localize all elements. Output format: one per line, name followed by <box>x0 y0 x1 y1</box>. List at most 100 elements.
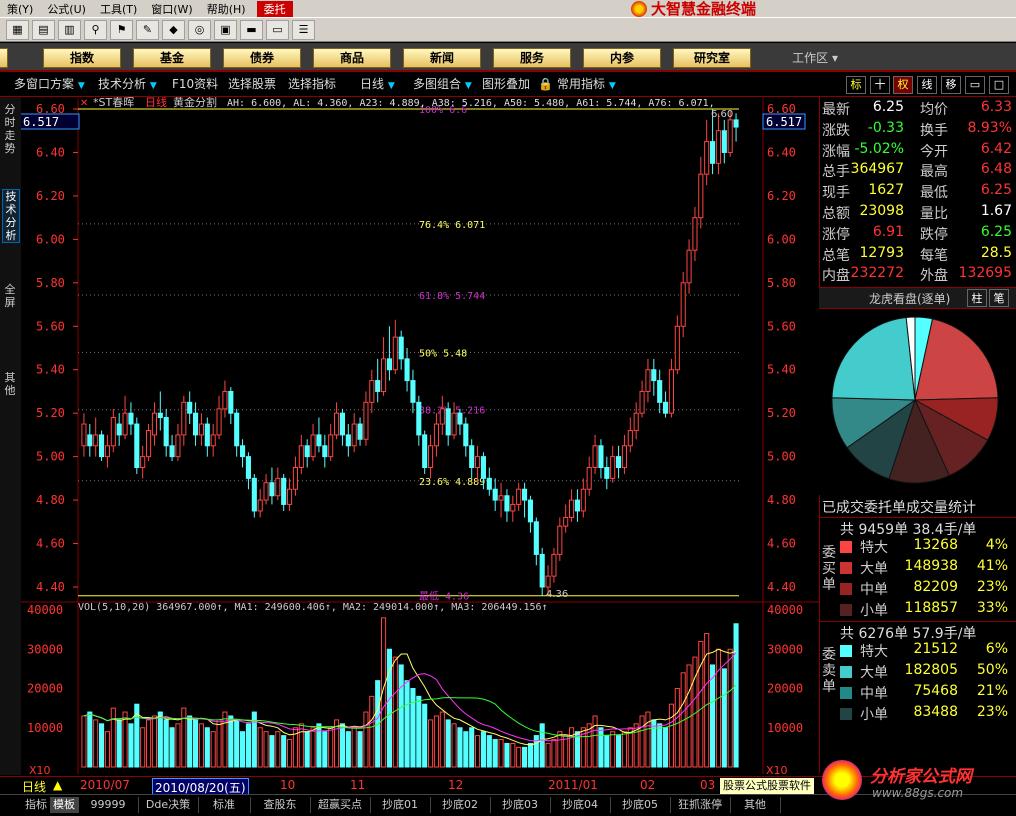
binoculars-icon[interactable]: ⚲ <box>84 19 107 40</box>
quote-label: 总额 <box>822 206 850 222</box>
category-button-commodity[interactable]: 商品 <box>313 48 391 68</box>
tab-other[interactable]: 其他 <box>2 371 18 397</box>
candle-body <box>216 408 222 436</box>
order-volume: 75468 <box>913 683 958 699</box>
candle-body <box>398 336 404 360</box>
tool-button-mark[interactable]: 标 <box>846 76 866 94</box>
bottom-tab[interactable]: 超赢买点 <box>310 797 371 813</box>
candle-body <box>234 412 240 447</box>
briefcase-icon[interactable]: ▬ <box>240 19 263 40</box>
edit-icon[interactable]: ✎ <box>136 19 159 40</box>
order-row: 特大 13268 4% <box>838 537 1010 557</box>
volume-bar <box>87 711 93 768</box>
window-icon[interactable]: ▭ <box>266 19 289 40</box>
category-button-index[interactable]: 指数 <box>43 48 121 68</box>
bottom-tab[interactable]: 抄底05 <box>610 797 671 813</box>
maximize-icon[interactable]: □ <box>989 76 1009 94</box>
chart-bars-icon[interactable]: ▥ <box>58 19 81 40</box>
category-button-news[interactable]: 新闻 <box>403 48 481 68</box>
multi-window-plan[interactable]: 多窗口方案 ▼ <box>14 76 85 92</box>
category-button-service[interactable]: 服务 <box>493 48 571 68</box>
period-label[interactable]: 日线 <box>22 778 46 795</box>
tab-fullscreen[interactable]: 全屏 <box>2 283 18 309</box>
volume-bar <box>510 742 516 768</box>
bottom-tab[interactable]: 标准 <box>198 797 251 813</box>
alert-icon[interactable]: ⚑ <box>110 19 133 40</box>
order-percent: 6% <box>985 641 1008 657</box>
menu-item-window[interactable]: 窗口(W) <box>144 1 199 17</box>
candle-body <box>151 412 157 436</box>
volume-bar <box>733 623 739 768</box>
tech-analysis-menu[interactable]: 技术分析 ▼ <box>98 76 157 92</box>
tab-intraday[interactable]: 分时走势 <box>2 103 18 155</box>
bottom-tab[interactable]: 查股东 <box>250 797 311 813</box>
select-stock-button[interactable]: 选择股票 <box>228 76 276 92</box>
f10-info-button[interactable]: F10资料 <box>172 76 218 92</box>
volume-bar <box>657 723 663 768</box>
candle-body <box>392 336 398 371</box>
lock-icon[interactable]: 🔒 <box>538 76 553 92</box>
bottom-tab[interactable]: 模板 <box>50 797 79 813</box>
menu-item-tools[interactable]: 工具(T) <box>93 1 144 17</box>
volume-bar <box>151 715 157 768</box>
bottom-tab[interactable]: 抄底03 <box>490 797 551 813</box>
left-vertical-tabs: 分时走势 技术分析 全屏 其他 <box>0 97 22 775</box>
compass-icon[interactable]: ◎ <box>188 19 211 40</box>
bottom-tab[interactable]: 指标 <box>22 797 51 813</box>
price-tick-left: 5.60 <box>36 319 65 333</box>
bottom-tab[interactable]: 抄底04 <box>550 797 611 813</box>
multi-chart-menu[interactable]: 多图组合 ▼ <box>413 76 472 92</box>
restore-icon[interactable]: ▭ <box>965 76 985 94</box>
tool-button-line[interactable]: 线 <box>917 76 937 94</box>
tool-button-cross[interactable]: 十 <box>870 76 890 94</box>
ticker-icon[interactable]: ▤ <box>32 19 55 40</box>
candle-body <box>298 445 304 469</box>
volume-bar <box>146 719 152 768</box>
volume-bar <box>187 715 193 768</box>
count-view-button[interactable]: 笔 <box>989 289 1009 307</box>
candle-body <box>516 488 522 505</box>
bar-view-button[interactable]: 柱 <box>967 289 987 307</box>
work-area-label[interactable]: 工作区 ▾ <box>792 49 838 66</box>
bottom-tab[interactable]: 其他 <box>730 797 781 813</box>
volume-bar <box>216 719 222 768</box>
overlay-button[interactable]: 图形叠加 <box>482 76 530 92</box>
bottom-tab[interactable]: 抄底01 <box>370 797 431 813</box>
tool-button-right[interactable]: 权 <box>893 76 913 94</box>
category-button-partial[interactable] <box>0 48 8 68</box>
quote-row: 现手 1627 最低 6.25 <box>822 182 1012 203</box>
divider-line <box>820 517 1016 518</box>
grid-icon[interactable]: ▦ <box>6 19 29 40</box>
bottom-tab[interactable]: 99999 <box>78 797 139 813</box>
bottom-tab[interactable]: 抄底02 <box>430 797 491 813</box>
category-button-insider[interactable]: 内参 <box>583 48 661 68</box>
period-menu[interactable]: 日线 ▼ <box>360 76 395 92</box>
volume-tick-right: 30000 <box>767 642 803 656</box>
tool-button-move[interactable]: 移 <box>941 76 961 94</box>
volume-bar <box>110 707 116 768</box>
candle-body <box>386 358 392 371</box>
icon-toolbar: ▦ ▤ ▥ ⚲ ⚑ ✎ ◆ ◎ ▣ ▬ ▭ ☰ <box>0 17 1016 42</box>
volume-bar <box>492 739 498 768</box>
common-indicator-menu[interactable]: 常用指标 ▼ <box>557 76 616 92</box>
category-button-research[interactable]: 研究室 <box>673 48 751 68</box>
select-indicator-button[interactable]: 选择指标 <box>288 76 336 92</box>
bottom-tab[interactable]: Dde决策 <box>138 797 199 813</box>
bottom-tab[interactable]: 狂抓涨停 <box>670 797 731 813</box>
menu-item-strategy[interactable]: 策(Y) <box>0 1 40 17</box>
volume-bar <box>357 731 363 768</box>
current-price-tag-right-text: 6.517 <box>766 115 802 129</box>
candle-body <box>204 423 210 447</box>
menu-item-trade[interactable]: 委托 <box>256 0 293 17</box>
document-icon[interactable]: ▣ <box>214 19 237 40</box>
list-icon[interactable]: ☰ <box>292 19 315 40</box>
menu-item-formula[interactable]: 公式(U) <box>40 1 93 17</box>
kline-chart[interactable]: 6.60 6.40 6.20 6.00 5.80 5.60 5.40 5.20 5.00 4.80… <box>21 97 819 776</box>
candle-body <box>281 477 287 505</box>
category-button-bond[interactable]: 债券 <box>223 48 301 68</box>
tab-technical-analysis[interactable]: 技术分析 <box>2 189 20 243</box>
category-button-fund[interactable]: 基金 <box>133 48 211 68</box>
diamond-icon[interactable]: ◆ <box>162 19 185 40</box>
menu-item-help[interactable]: 帮助(H) <box>200 1 253 17</box>
quote-value: 6.25 <box>980 223 1012 240</box>
